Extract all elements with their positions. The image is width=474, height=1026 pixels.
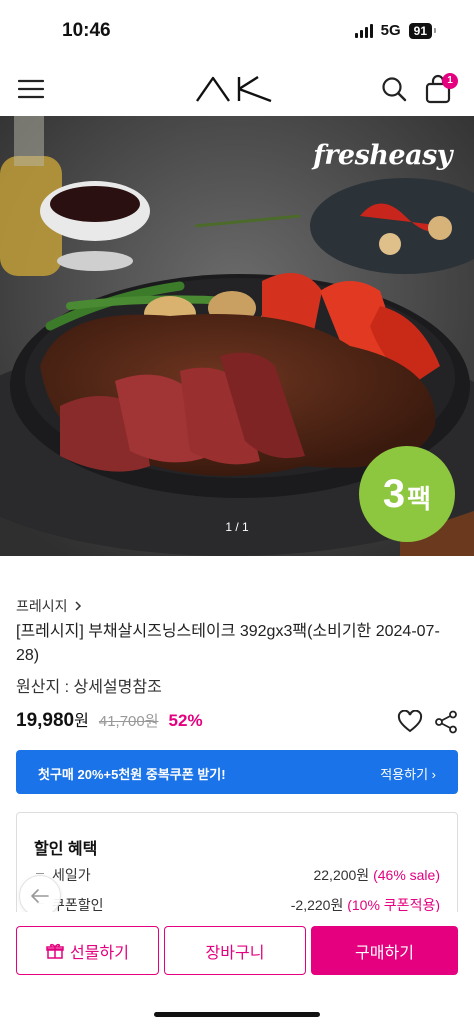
gift-icon xyxy=(46,943,64,959)
buy-button-label: 구매하기 xyxy=(355,944,414,962)
hero-brand-text: fresheasy xyxy=(313,140,452,171)
back-arrow-icon[interactable] xyxy=(19,875,61,917)
battery-icon: 91 xyxy=(408,22,437,39)
brand-link[interactable]: 프레시지 xyxy=(16,596,82,616)
coupon-banner[interactable]: 첫구매 20%+5천원 중복쿠폰 받기! 적용하기 › xyxy=(16,750,458,794)
heart-icon[interactable] xyxy=(397,709,423,734)
origin-info: 원산지 : 상세설명참조 xyxy=(16,679,162,696)
status-time: 10:46 xyxy=(62,20,111,41)
coupon-text: 첫구매 20%+5천원 중복쿠폰 받기! xyxy=(38,767,226,782)
sale-price: 19,980원 xyxy=(16,710,89,731)
home-indicator xyxy=(154,1012,320,1017)
chevron-right-icon xyxy=(75,601,81,611)
original-price: 41,700원 xyxy=(98,713,159,730)
bottom-action-bar: 선물하기 장바구니 구매하기 xyxy=(0,912,474,1026)
status-indicators: 5G 91 xyxy=(354,22,437,39)
app-header: 1 xyxy=(0,62,474,116)
product-image[interactable]: fresheasy 3 팩 1 / 1 xyxy=(0,116,474,556)
discount-title: 할인 혜택 xyxy=(34,841,98,858)
shopping-bag-icon[interactable]: 1 xyxy=(424,73,458,105)
pack-number: 3 xyxy=(382,471,406,516)
cellular-signal-icon xyxy=(354,23,373,38)
discount-row-value: 22,200원 (46% sale) xyxy=(313,867,440,883)
share-icon[interactable] xyxy=(434,710,458,734)
add-to-cart-button[interactable]: 장바구니 xyxy=(164,926,306,975)
price-row: 19,980원 41,700원 52% xyxy=(16,707,203,732)
cart-button-label: 장바구니 xyxy=(205,944,265,962)
gift-button-label: 선물하기 xyxy=(70,944,129,962)
coupon-apply-link[interactable]: 적용하기 › xyxy=(380,764,436,783)
image-pager: 1 / 1 xyxy=(225,520,249,534)
product-title: [프레시지] 부채살시즈닝스테이크 392gx3팩(소비기한 2024-07-2… xyxy=(16,623,440,664)
brand-link-label: 프레시지 xyxy=(16,598,68,614)
pack-unit: 팩 xyxy=(407,483,432,514)
search-icon[interactable] xyxy=(380,75,408,103)
network-type: 5G xyxy=(380,22,401,39)
status-bar: 10:46 5G 91 xyxy=(0,0,474,62)
cart-count-badge: 1 xyxy=(442,73,458,89)
hamburger-menu-icon[interactable] xyxy=(17,78,45,100)
ak-logo[interactable] xyxy=(195,74,273,104)
buy-now-button[interactable]: 구매하기 xyxy=(311,926,458,975)
discount-row-label: 세일가 xyxy=(36,867,91,883)
gift-button[interactable]: 선물하기 xyxy=(16,926,159,975)
discount-rate: 52% xyxy=(168,711,203,730)
